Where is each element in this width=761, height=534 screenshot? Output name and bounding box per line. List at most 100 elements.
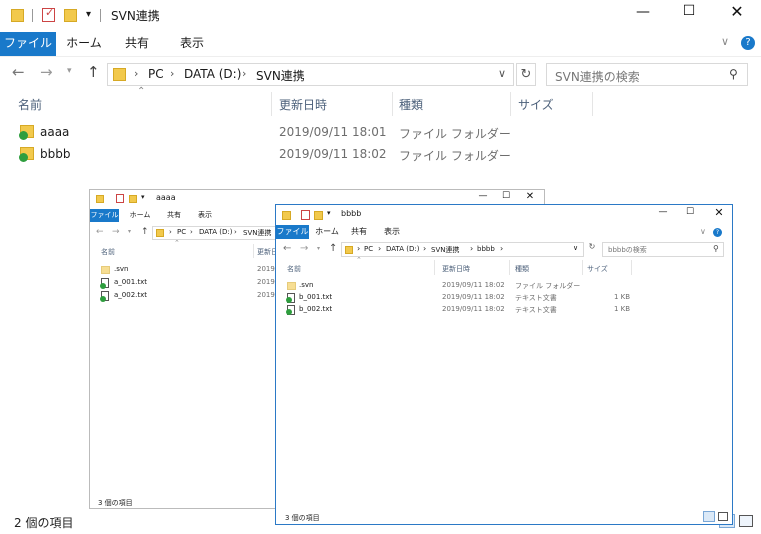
refresh-button[interactable]: ↻ [516,63,536,86]
close-button[interactable]: ✕ [518,191,542,202]
customize-qat-icon[interactable]: ▾ [86,9,91,20]
tab-share[interactable]: 共有 [112,32,162,54]
forward-icon[interactable]: → [112,227,120,237]
item-size: 1 KB [614,293,631,301]
main-titlebar[interactable]: ✓ ▾ SVN連携 — ☐ ✕ [0,0,761,32]
breadcrumb-drive[interactable]: DATA (D:) [184,67,241,81]
minimize-button[interactable]: — [651,207,675,217]
refresh-button[interactable]: ↻ [586,242,598,257]
properties-icon[interactable] [116,194,124,203]
breadcrumb-folder[interactable]: SVN連携 [243,228,271,238]
up-icon[interactable]: ↑ [141,227,149,237]
details-view-button[interactable] [703,511,715,522]
breadcrumb-subfolder[interactable]: bbbb [477,245,495,253]
expand-ribbon-icon[interactable]: ∨ [700,227,706,236]
search-input[interactable]: bbbbの検索 [608,245,647,255]
tab-share[interactable]: 共有 [160,209,188,222]
tab-view[interactable]: 表示 [377,225,407,239]
close-button[interactable]: ✕ [706,206,732,219]
list-item[interactable]: aaaa 2019/09/11 18:01 ファイル フォルダー [0,122,761,144]
tab-home[interactable]: ホーム [58,32,110,54]
search-box[interactable]: SVN連携の検索 ⚲ [546,63,748,86]
tab-share[interactable]: 共有 [344,225,374,239]
minimize-button[interactable]: — [623,4,663,20]
back-icon[interactable]: ← [283,243,291,254]
search-box[interactable]: bbbbの検索 ⚲ [602,242,724,257]
close-button[interactable]: ✕ [715,2,759,21]
address-dropdown-icon[interactable]: ∨ [498,67,506,80]
recent-locations-icon[interactable]: ▾ [317,245,320,252]
tab-home[interactable]: ホーム [126,209,154,222]
column-header-name[interactable]: 名前 [101,247,115,257]
chevron-right-icon: › [234,228,237,236]
svn-normal-badge-icon [286,297,292,303]
chevron-right-icon: › [357,244,361,253]
chevron-right-icon: › [378,244,382,253]
column-header-name[interactable]: 名前 [18,96,42,113]
breadcrumb-pc[interactable]: PC [364,245,373,253]
list-item[interactable]: b_001.txt 2019/09/11 18:02 テキスト文書 1 KB [276,292,732,304]
breadcrumb-folder[interactable]: SVN連携 [431,245,459,255]
address-bar[interactable]: › PC › DATA (D:) › SVN連携 › bbbb › ∨ [341,242,584,257]
breadcrumb-drive[interactable]: DATA (D:) [386,245,419,253]
large-icons-view-button[interactable] [739,515,753,527]
breadcrumb-pc[interactable]: PC [177,228,186,236]
divider [434,260,435,275]
maximize-button[interactable]: ☐ [495,191,517,201]
navigation-bar: ← → ▾ ↑ › PC › DATA (D:) › SVN連携 › bbbb … [276,240,732,260]
new-folder-icon[interactable] [314,211,323,220]
folder-icon [287,282,296,290]
new-folder-icon[interactable] [64,9,77,22]
help-icon[interactable]: ? [713,228,722,237]
breadcrumb-drive[interactable]: DATA (D:) [199,228,232,236]
column-header-type[interactable]: 種類 [515,264,529,274]
back-icon[interactable]: ← [96,227,104,237]
tab-file[interactable]: ファイル [90,209,119,222]
new-folder-icon[interactable] [129,195,137,203]
column-header-name[interactable]: 名前 [287,264,301,274]
properties-icon[interactable] [301,210,310,220]
window-title: aaaa [156,193,176,202]
maximize-button[interactable]: ☐ [669,3,709,19]
customize-qat-icon[interactable]: ▾ [327,209,331,217]
search-input[interactable]: SVN連携の検索 [555,68,640,85]
item-type: ファイル フォルダー [399,127,511,141]
breadcrumb-pc[interactable]: PC [148,67,164,81]
recent-locations-icon[interactable]: ▾ [67,66,72,76]
address-dropdown-icon[interactable]: ∨ [573,244,578,252]
breadcrumb-folder[interactable]: SVN連携 [256,67,305,84]
divider [100,9,101,22]
large-icons-view-button[interactable] [718,512,728,521]
tab-home[interactable]: ホーム [312,225,342,239]
customize-qat-icon[interactable]: ▾ [141,193,145,201]
tab-file[interactable]: ファイル [0,32,56,56]
up-icon[interactable]: ↑ [87,63,100,81]
expand-ribbon-icon[interactable]: ∨ [721,35,729,48]
help-icon[interactable]: ? [741,36,755,50]
column-header-type[interactable]: 種類 [399,96,423,113]
forward-icon[interactable]: → [300,243,308,254]
address-bar[interactable]: › PC › DATA (D:) › SVN連携 ∨ [107,63,514,86]
maximize-button[interactable]: ☐ [678,207,702,217]
properties-icon[interactable]: ✓ [42,6,55,22]
item-name: a_001.txt [114,278,148,286]
column-header-size[interactable]: サイズ [587,264,608,274]
item-type: テキスト文書 [515,306,557,314]
back-icon[interactable]: ← [12,63,25,81]
up-icon[interactable]: ↑ [329,243,337,254]
list-item[interactable]: .svn 2019/09/11 18:02 ファイル フォルダー [276,280,732,292]
list-item[interactable]: b_002.txt 2019/09/11 18:02 テキスト文書 1 KB [276,304,732,316]
bbbb-titlebar[interactable]: ▾ bbbb — ☐ ✕ [276,205,732,225]
tab-view[interactable]: 表示 [166,32,218,54]
tab-view[interactable]: 表示 [191,209,219,222]
recent-locations-icon[interactable]: ▾ [128,228,131,235]
column-header-date[interactable]: 更新日時 [279,96,327,113]
chevron-right-icon: › [134,67,139,80]
list-item[interactable]: bbbb 2019/09/11 18:02 ファイル フォルダー [0,144,761,166]
column-header-size[interactable]: サイズ [518,96,554,113]
minimize-button[interactable]: — [472,191,494,201]
column-header-date[interactable]: 更新日時 [442,264,470,274]
item-size: 1 KB [614,305,631,313]
tab-file[interactable]: ファイル [276,225,309,239]
forward-icon[interactable]: → [40,63,53,81]
